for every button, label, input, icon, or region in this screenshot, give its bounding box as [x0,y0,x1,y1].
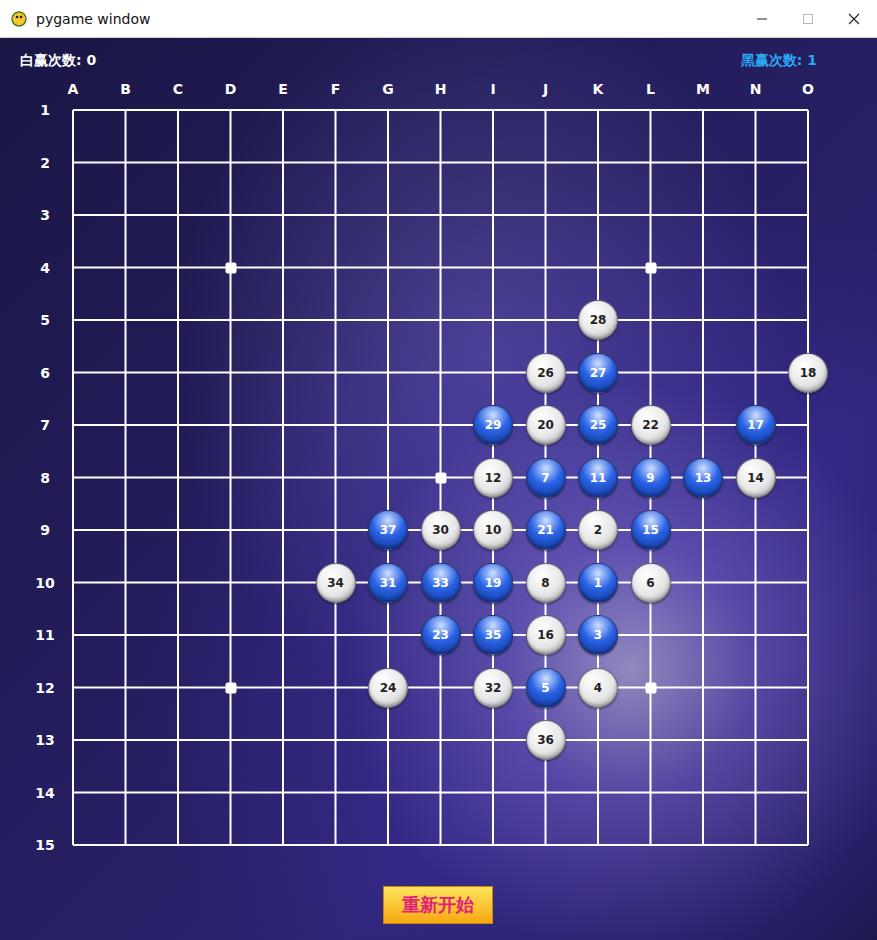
row-label: 5 [40,312,50,328]
column-label: E [278,81,288,97]
stone: 32 [473,668,513,708]
row-label: 3 [40,207,50,223]
gomoku-board[interactable]: ABCDEFGHIJKLMNO1234567891011121314151234… [0,78,877,868]
stone: 13 [683,458,723,498]
star-point [645,682,656,693]
game-window: pygame window 白赢次数: 0 黑赢次数: 1 A B C D E F G H I J K L M… [0,0,877,940]
column-label: L [646,81,655,97]
title-bar: pygame window [0,0,877,38]
star-point [435,472,446,483]
stone: 5 [526,668,566,708]
stone: 22 [631,405,671,445]
stone: 9 [631,458,671,498]
stone: 21 [526,510,566,550]
star-point [645,262,656,273]
row-label: 2 [40,155,50,171]
stone: 19 [473,563,513,603]
stone: 28 [578,300,618,340]
stone: 4 [578,668,618,708]
stone: 31 [368,563,408,603]
stone: 20 [526,405,566,445]
row-label: 4 [40,260,50,276]
window-title: pygame window [36,11,150,27]
game-area: 白赢次数: 0黑赢次数: 1ABCDEFGHIJKLMNO12345678910… [0,38,877,940]
black-wins: 黑赢次数: 1 [741,51,817,78]
minimize-icon [756,13,768,25]
stone: 23 [421,615,461,655]
row-label: 6 [40,365,50,381]
column-label: C [173,81,183,97]
stone: 11 [578,458,618,498]
stone: 24 [368,668,408,708]
column-label: F [331,81,341,97]
stone: 27 [578,353,618,393]
stone: 33 [421,563,461,603]
row-label: 15 [35,837,54,853]
column-label: K [593,81,604,97]
column-label: H [435,81,447,97]
row-label: 14 [35,785,54,801]
column-label: B [120,81,131,97]
stone: 3 [578,615,618,655]
column-label: A [68,81,79,97]
row-label: 11 [35,627,54,643]
stone: 7 [526,458,566,498]
maximize-button[interactable] [785,0,831,37]
stone: 2 [578,510,618,550]
column-label: G [382,81,394,97]
row-label: 8 [40,470,50,486]
star-point [225,682,236,693]
stone: 30 [421,510,461,550]
close-icon [848,13,860,25]
column-label: M [696,81,710,97]
stone: 15 [631,510,671,550]
stone: 12 [473,458,513,498]
star-point [225,262,236,273]
row-label: 7 [40,417,50,433]
footer: 重新开始 [0,868,877,924]
close-button[interactable] [831,0,877,37]
stone: 6 [631,563,671,603]
column-label: I [490,81,495,97]
stone: 17 [736,405,776,445]
stone: 35 [473,615,513,655]
row-label: 1 [40,102,50,118]
column-label: D [225,81,237,97]
score-bar: 白赢次数: 0 黑赢次数: 1 [0,38,877,78]
stone: 16 [526,615,566,655]
stone: 34 [316,563,356,603]
stone: 37 [368,510,408,550]
minimize-button[interactable] [739,0,785,37]
column-label: O [802,81,814,97]
stone: 18 [788,353,828,393]
restart-button[interactable]: 重新开始 [383,886,493,924]
column-label: N [750,81,762,97]
row-label: 13 [35,732,54,748]
pygame-snake-icon [10,10,28,28]
stone: 29 [473,405,513,445]
white-wins: 白赢次数: 0 [20,51,96,78]
maximize-icon [802,13,814,25]
stone: 25 [578,405,618,445]
row-label: 9 [40,522,50,538]
stone: 8 [526,563,566,603]
column-label: J [543,81,548,97]
stone: 1 [578,563,618,603]
stone: 36 [526,720,566,760]
stone: 10 [473,510,513,550]
row-label: 10 [35,575,54,591]
stone: 26 [526,353,566,393]
stone: 14 [736,458,776,498]
row-label: 12 [35,680,54,696]
